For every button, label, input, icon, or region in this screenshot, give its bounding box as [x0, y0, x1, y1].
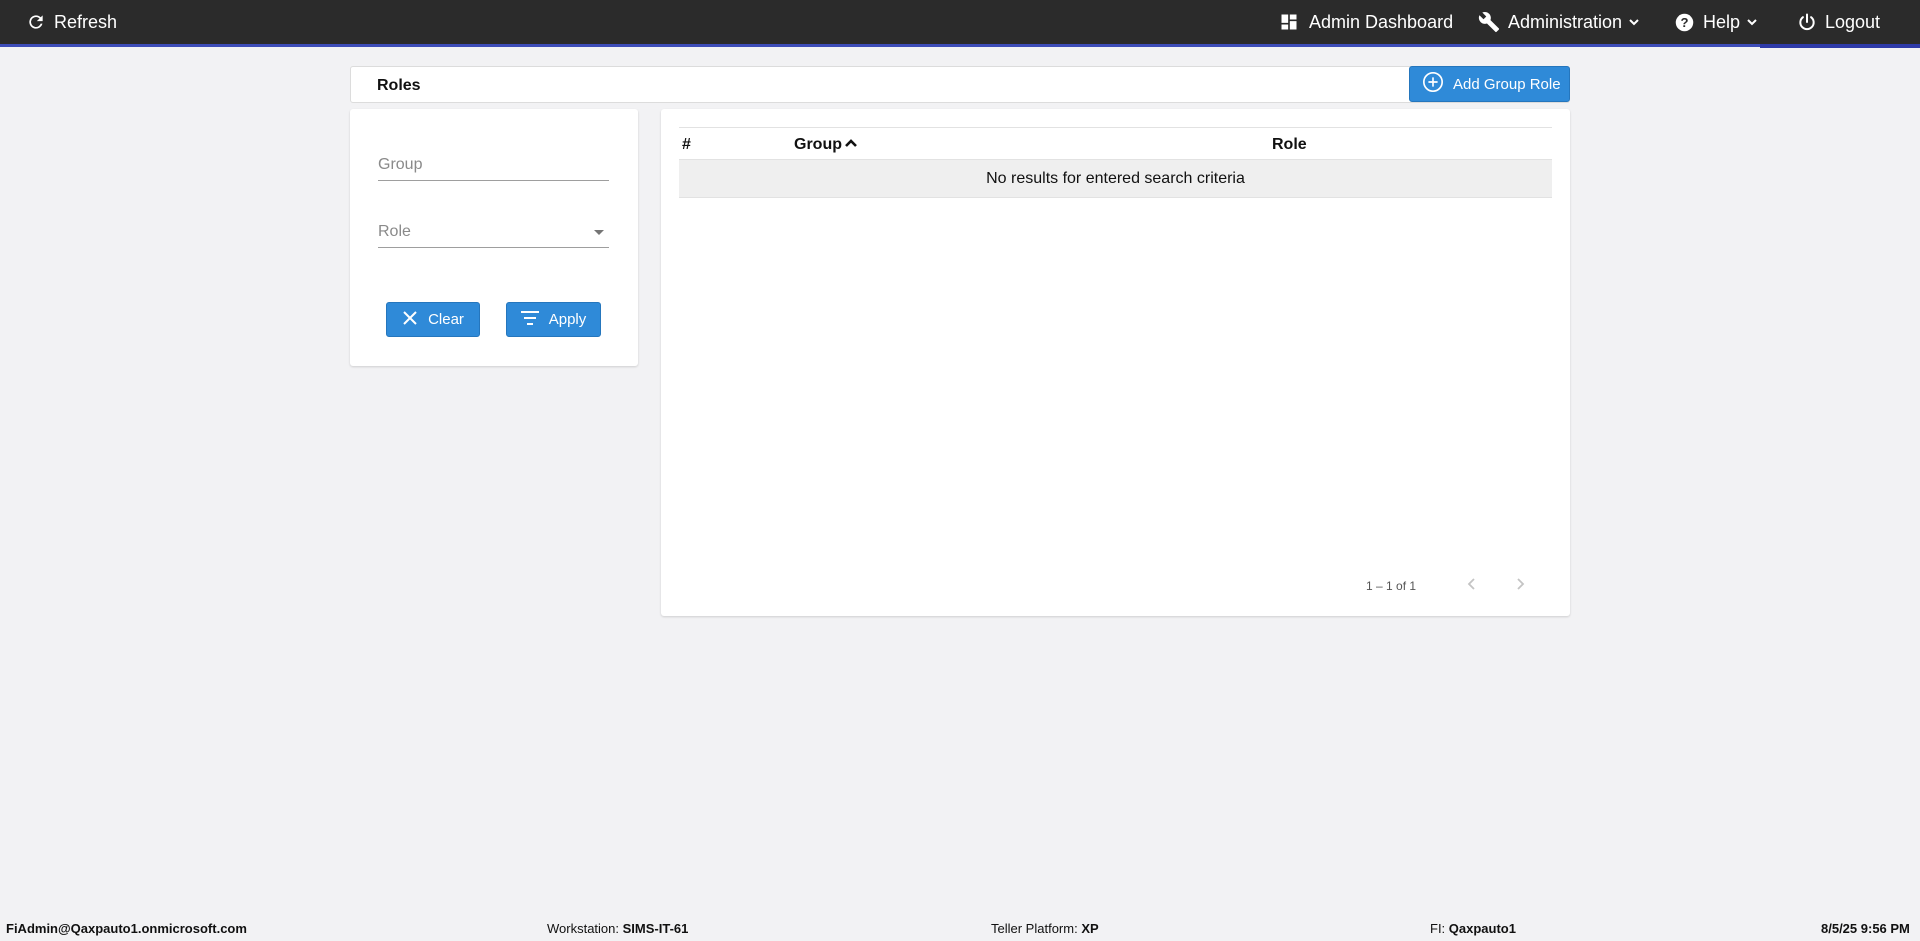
add-group-role-button[interactable]: Add Group Role [1409, 66, 1570, 102]
add-group-role-label: Add Group Role [1453, 75, 1561, 93]
help-menu[interactable]: ? Help [1674, 0, 1758, 44]
apply-button[interactable]: Apply [506, 302, 601, 337]
column-header-group[interactable]: Group [794, 136, 858, 154]
svg-text:?: ? [1680, 14, 1688, 29]
status-teller-platform: Teller Platform: XP [991, 921, 1099, 936]
dashboard-icon [1279, 12, 1299, 32]
dropdown-arrow-icon [594, 230, 604, 235]
chevron-up-icon [844, 136, 858, 154]
status-workstation: Workstation: SIMS-IT-61 [547, 921, 689, 936]
column-header-label: Group [794, 136, 842, 153]
chevron-down-icon [1746, 16, 1758, 28]
admin-dashboard-link[interactable]: Admin Dashboard [1279, 0, 1453, 44]
pagination-range: 1 – 1 of 1 [1366, 579, 1417, 593]
refresh-label: Refresh [54, 11, 118, 32]
administration-menu[interactable]: Administration [1478, 0, 1640, 44]
administration-label: Administration [1508, 11, 1623, 32]
page-title: Roles [377, 77, 421, 94]
topbar-divider [0, 44, 1760, 47]
next-page-button[interactable] [1507, 573, 1533, 599]
group-input[interactable] [378, 151, 609, 179]
role-select[interactable]: Role [378, 218, 609, 248]
table-header: # Group Role [679, 127, 1552, 160]
admin-dashboard-label: Admin Dashboard [1309, 11, 1454, 32]
filter-panel: Role Clear Apply [350, 109, 638, 366]
topbar-accent [1760, 44, 1920, 48]
chevron-right-icon [1515, 577, 1525, 596]
status-user: FiAdmin@Qaxpauto1.onmicrosoft.com [6, 921, 247, 936]
status-bar: FiAdmin@Qaxpauto1.onmicrosoft.com Workst… [0, 915, 1920, 941]
filter-icon [520, 310, 539, 329]
refresh-button[interactable]: Refresh [26, 0, 117, 44]
clear-button[interactable]: Clear [386, 302, 480, 337]
empty-results-message: No results for entered search criteria [679, 160, 1552, 198]
chevron-down-icon [1628, 16, 1640, 28]
results-panel: # Group Role No results for entered sear… [661, 109, 1570, 616]
power-icon [1797, 12, 1817, 32]
close-icon [402, 310, 418, 330]
plus-circle-icon [1422, 71, 1444, 97]
column-header-number: # [682, 136, 691, 154]
help-label: Help [1703, 11, 1741, 32]
apply-label: Apply [548, 311, 587, 328]
top-navigation-bar: Refresh Admin Dashboard Administration ?… [0, 0, 1920, 44]
column-header-role[interactable]: Role [1272, 136, 1307, 154]
column-header-label: Role [1272, 136, 1307, 153]
logout-button[interactable]: Logout [1797, 0, 1880, 44]
group-field[interactable] [378, 151, 609, 181]
refresh-icon [26, 12, 46, 32]
previous-page-button[interactable] [1459, 573, 1485, 599]
role-select-placeholder: Role [378, 223, 411, 240]
wrench-icon [1478, 11, 1500, 33]
column-header-label: # [682, 136, 691, 153]
page-header: Roles [350, 66, 1570, 103]
chevron-left-icon [1467, 577, 1477, 596]
status-datetime: 8/5/25 9:56 PM [1821, 921, 1910, 936]
logout-label: Logout [1825, 11, 1881, 32]
clear-label: Clear [428, 311, 464, 328]
status-fi: FI: Qaxpauto1 [1430, 921, 1516, 936]
help-circle-icon: ? [1674, 12, 1695, 33]
